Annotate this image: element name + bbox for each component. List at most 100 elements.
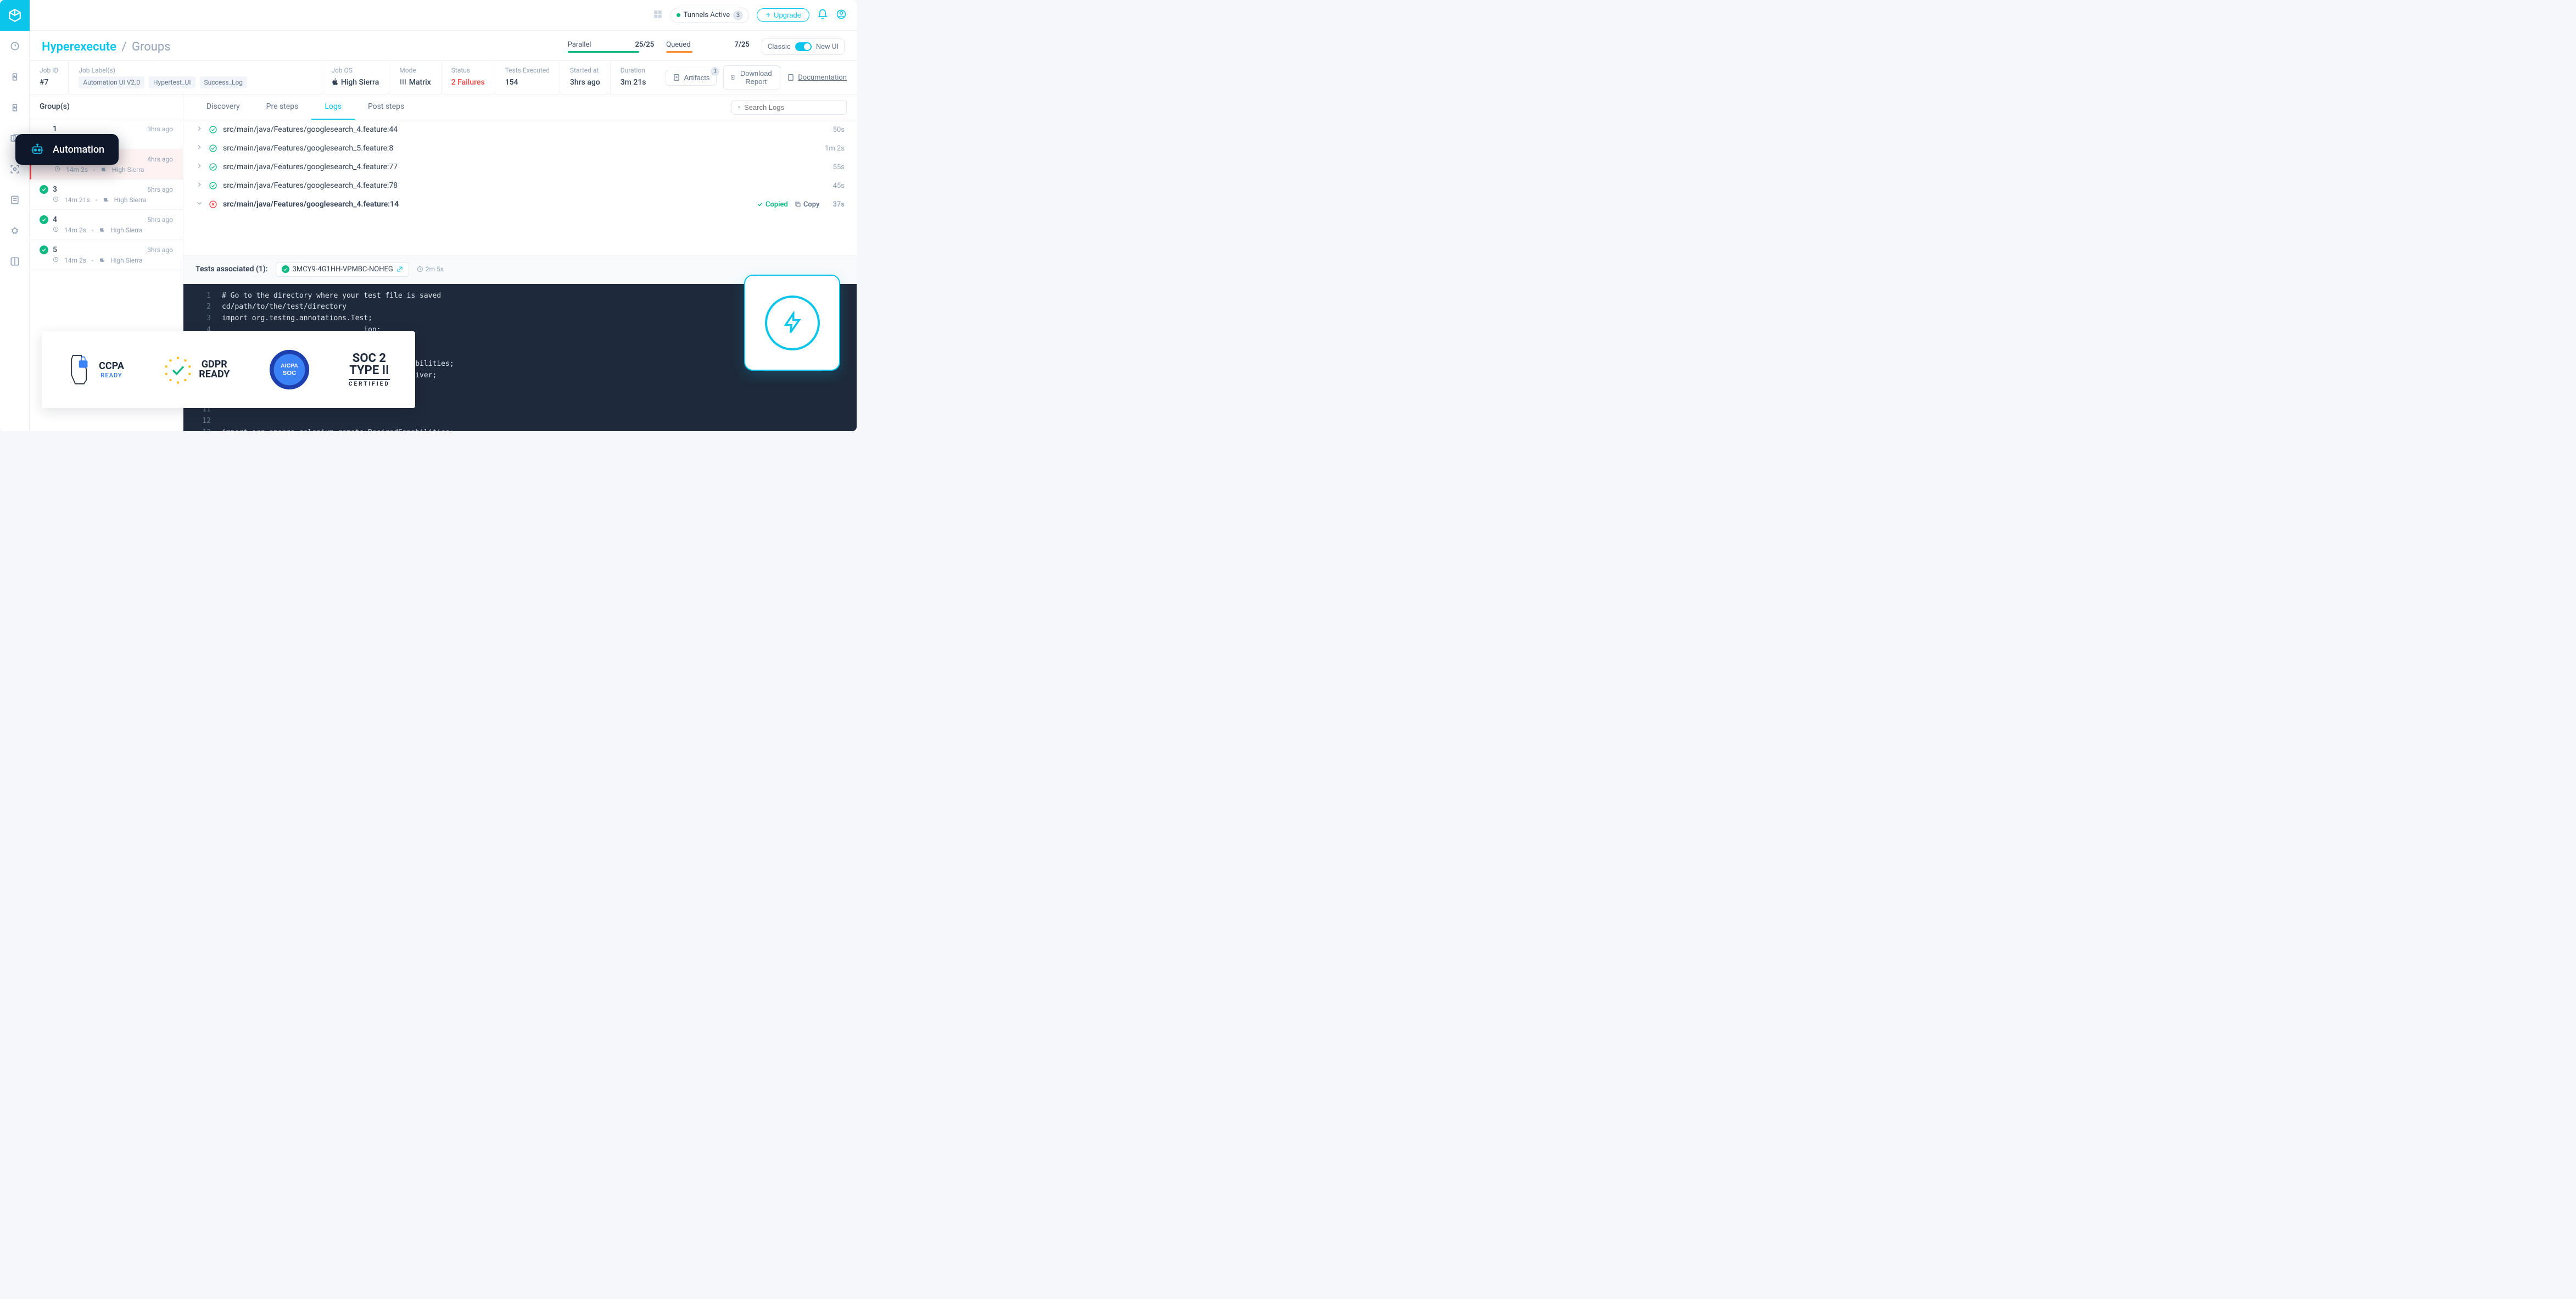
group-num: 3	[53, 185, 57, 194]
chevron-icon[interactable]	[195, 143, 203, 153]
status-icon	[40, 215, 48, 224]
group-duration: 14m 2s	[64, 226, 86, 234]
stat-queued-label: Queued	[666, 41, 690, 49]
meta-os: Job OS High Sierra	[321, 61, 389, 94]
meta-tests-val: 154	[505, 78, 518, 87]
robot-icon	[30, 142, 45, 157]
classic-label: Classic	[768, 43, 791, 51]
nav-contrast-icon[interactable]	[0, 246, 30, 277]
group-duration: 14m 21s	[64, 196, 90, 204]
chevron-icon[interactable]	[195, 199, 203, 209]
group-os: High Sierra	[112, 166, 144, 174]
documentation-link[interactable]: Documentation	[787, 74, 847, 82]
label-chip[interactable]: Success_Log	[200, 76, 248, 88]
search-logs[interactable]	[731, 100, 847, 115]
meta-status-label: Status	[451, 66, 485, 74]
log-duration: 50s	[833, 126, 845, 134]
apple-icon	[100, 166, 107, 174]
breadcrumb-hyper[interactable]: Hyperexecute	[42, 40, 116, 54]
log-row[interactable]: src/main/java/Features/googlesearch_4.fe…	[183, 195, 857, 214]
download-report-button[interactable]: Download Report	[723, 65, 780, 90]
newui-label: New UI	[816, 43, 839, 51]
meta-jobid-val: #7	[40, 78, 48, 87]
external-link-icon[interactable]	[396, 266, 403, 272]
nav-battery2-icon[interactable]	[0, 92, 30, 123]
test-duration: 2m 5s	[417, 265, 444, 273]
copy-button[interactable]: Copy	[795, 200, 820, 209]
log-row[interactable]: src/main/java/Features/googlesearch_4.fe…	[183, 176, 857, 195]
meta-status-val: 2 Failures	[451, 78, 485, 87]
download-icon	[730, 74, 735, 81]
upgrade-button[interactable]: Upgrade	[757, 8, 809, 22]
clock-icon	[54, 166, 60, 174]
bell-icon[interactable]	[817, 9, 828, 22]
status-icon	[209, 125, 217, 134]
upgrade-label: Upgrade	[774, 11, 801, 19]
test-chip[interactable]: 3MCY9-4G1HH-VPMBC-NOHEG	[276, 262, 409, 277]
group-item[interactable]: 5 3hrs ago 14m 2s High Sierra	[30, 240, 183, 270]
clock-icon	[417, 266, 423, 272]
search-input[interactable]	[744, 103, 841, 111]
group-num: 5	[53, 246, 57, 254]
meta-os-val: High Sierra	[341, 78, 379, 87]
breadcrumb-groups: Groups	[132, 40, 171, 54]
chevron-icon[interactable]	[195, 125, 203, 135]
soc2-badge: SOC 2 TYPE II CERTIFIED	[349, 353, 390, 387]
group-item[interactable]: 4 5hrs ago 14m 2s High Sierra	[30, 210, 183, 240]
group-time: 3hrs ago	[147, 246, 173, 254]
tunnels-status[interactable]: Tunnels Active 3	[670, 8, 749, 23]
meta-labels-label: Job Label(s)	[79, 66, 311, 74]
chevron-icon[interactable]	[195, 162, 203, 172]
logo[interactable]	[0, 0, 30, 31]
meta-row: Job ID #7 Job Label(s) Automation UI V2.…	[30, 61, 857, 94]
label-chip[interactable]: Hypertest_UI	[149, 76, 195, 88]
meta-status: Status 2 Failures	[442, 61, 495, 94]
log-file: src/main/java/Features/googlesearch_4.fe…	[223, 163, 828, 171]
chevron-icon[interactable]	[195, 181, 203, 191]
group-time: 5hrs ago	[147, 186, 173, 193]
ui-mode-toggle[interactable]: Classic New UI	[762, 38, 845, 55]
artifacts-button[interactable]: Artifacts 1	[666, 70, 717, 86]
clock-icon	[53, 257, 59, 264]
group-time: 3hrs ago	[147, 125, 173, 133]
tab-logs[interactable]: Logs	[311, 94, 355, 120]
log-row[interactable]: src/main/java/Features/googlesearch_4.fe…	[183, 120, 857, 139]
group-item[interactable]: 3 5hrs ago 14m 21s High Sierra	[30, 180, 183, 210]
ccpa-badge: CCPAREADY	[67, 354, 124, 385]
meta-started-val: 3hrs ago	[570, 78, 600, 87]
log-file: src/main/java/Features/googlesearch_5.fe…	[223, 144, 819, 153]
search-icon	[737, 103, 741, 111]
svg-text:SOC: SOC	[282, 370, 296, 377]
log-row[interactable]: src/main/java/Features/googlesearch_5.fe…	[183, 139, 857, 158]
stat-parallel-label: Parallel	[568, 41, 591, 49]
aicpa-seal-icon: AICPA SOC	[269, 349, 310, 391]
status-icon	[40, 246, 48, 254]
log-file: src/main/java/Features/googlesearch_4.fe…	[223, 181, 828, 190]
status-icon	[209, 144, 217, 153]
nav-doc-icon[interactable]	[0, 185, 30, 215]
toggle-switch-icon[interactable]	[795, 42, 812, 51]
breadcrumb-row: Hyperexecute / Groups Parallel 25/25 Que…	[30, 31, 857, 61]
log-row[interactable]: src/main/java/Features/googlesearch_4.fe…	[183, 158, 857, 176]
group-num: 4	[53, 215, 57, 224]
nav-bug-icon[interactable]	[0, 215, 30, 246]
group-os: High Sierra	[110, 257, 143, 264]
status-icon	[40, 185, 48, 194]
tab-pre-steps[interactable]: Pre steps	[253, 94, 312, 120]
meta-jobid: Job ID #7	[30, 61, 69, 94]
tab-post-steps[interactable]: Post steps	[355, 94, 417, 120]
nav-dashboard-icon[interactable]	[0, 31, 30, 62]
nav-battery1-icon[interactable]	[0, 62, 30, 92]
test-id: 3MCY9-4G1HH-VPMBC-NOHEG	[293, 265, 393, 274]
doc-icon	[787, 74, 795, 81]
tab-discovery[interactable]: Discovery	[193, 94, 253, 120]
meta-started-label: Started at	[570, 66, 600, 74]
stat-parallel-val: 25/25	[635, 41, 654, 49]
user-icon[interactable]	[836, 9, 847, 22]
log-duration: 37s	[832, 200, 845, 209]
label-chip[interactable]: Automation UI V2.0	[79, 76, 144, 88]
apps-grid-icon[interactable]	[653, 9, 663, 21]
top-bar: Tunnels Active 3 Upgrade	[30, 0, 857, 31]
group-os: High Sierra	[114, 196, 147, 204]
group-time: 4hrs ago	[147, 155, 173, 163]
